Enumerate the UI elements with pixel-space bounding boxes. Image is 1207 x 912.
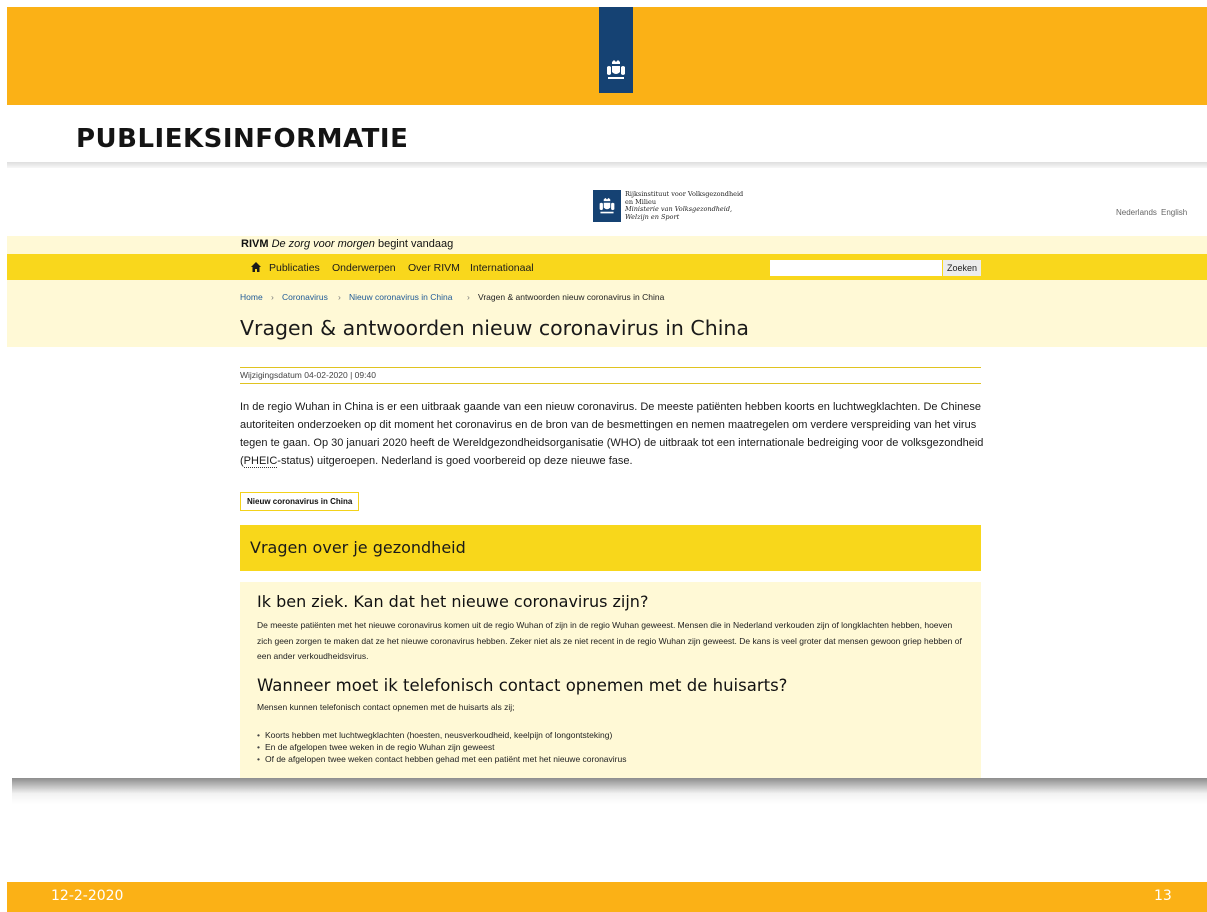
qa-bullet-list: Koorts hebben met luchtwegklachten (hoes…: [257, 729, 627, 765]
date-rule-bottom: [240, 383, 981, 384]
language-english-link[interactable]: English: [1161, 208, 1187, 217]
section-heading: Vragen over je gezondheid: [250, 538, 466, 557]
language-nederlands-link[interactable]: Nederlands: [1116, 208, 1157, 217]
intro-text-end: -status) uitgeroepen. Nederland is goed …: [277, 455, 633, 467]
nav-over-rivm[interactable]: Over RIVM: [408, 262, 460, 274]
main-nav-bar: [7, 254, 1207, 280]
breadcrumb-separator: ›: [338, 292, 341, 302]
qa-panel: Ik ben ziek. Kan dat het nieuwe coronavi…: [240, 582, 981, 778]
search-button[interactable]: Zoeken: [943, 260, 981, 276]
breadcrumb-current: Vragen & antwoorden nieuw coronavirus in…: [478, 292, 665, 302]
search-input[interactable]: [770, 260, 942, 276]
breadcrumb-separator: ›: [467, 292, 470, 302]
list-item: Koorts hebben met luchtwegklachten (hoes…: [257, 729, 626, 741]
date-rule-top: [240, 367, 981, 368]
qa-answer: Mensen kunnen telefonisch contact opneme…: [257, 702, 515, 712]
page-title: Vragen & antwoorden nieuw coronavirus in…: [240, 316, 749, 340]
site-slogan: RIVM De zorg voor morgen begint vandaag: [241, 238, 453, 250]
website-screenshot: Rijksinstituut voor Volksgezondheid en M…: [7, 168, 1207, 778]
coat-of-arms-icon: [607, 60, 625, 79]
qa-question: Ik ben ziek. Kan dat het nieuwe coronavi…: [257, 592, 649, 611]
list-item: Of de afgelopen twee weken contact hebbe…: [257, 753, 627, 765]
intro-paragraph: In de regio Wuhan in China is er een uit…: [240, 398, 990, 470]
breadcrumb-coronavirus[interactable]: Coronavirus: [282, 292, 328, 302]
list-item: En de afgelopen twee weken in de regio W…: [257, 741, 626, 753]
nav-internationaal[interactable]: Internationaal: [470, 262, 534, 274]
screenshot-shadow: [12, 778, 1207, 804]
topic-tag-link[interactable]: Nieuw coronavirus in China: [240, 492, 360, 511]
home-icon[interactable]: [250, 261, 262, 273]
footer-bar: [7, 882, 1207, 912]
slogan-brand: RIVM: [241, 238, 269, 250]
footer-date: 12-2-2020: [51, 888, 124, 904]
slogan-italic: De zorg voor morgen: [271, 238, 375, 250]
pheic-abbreviation[interactable]: PHEIC: [243, 455, 278, 468]
modified-date: Wijzigingsdatum 04-02-2020 | 09:40: [240, 370, 376, 380]
qa-question: Wanneer moet ik telefonisch contact opne…: [257, 676, 788, 695]
slide-number: 13: [1154, 888, 1172, 904]
breadcrumb-nieuw-coronavirus[interactable]: Nieuw coronavirus in China: [349, 292, 452, 302]
breadcrumb-separator: ›: [271, 292, 274, 302]
slogan-rest: begint vandaag: [377, 238, 454, 250]
qa-answer: De meeste patiënten met het nieuwe coron…: [257, 620, 962, 661]
nav-publicaties[interactable]: Publicaties: [269, 262, 320, 274]
slogan-bar: [7, 236, 1207, 254]
breadcrumb-home[interactable]: Home: [240, 292, 263, 302]
coat-of-arms-icon: [599, 197, 615, 214]
nav-onderwerpen[interactable]: Onderwerpen: [332, 262, 396, 274]
ministry-line2: Welzijn en Sport: [625, 212, 680, 221]
emblem-banner: [599, 7, 633, 93]
rivm-logo[interactable]: [593, 190, 621, 222]
slide-title: PUBLIEKSINFORMATIE: [76, 124, 409, 154]
org-name-block: Rijksinstituut voor Volksgezondheid en M…: [625, 190, 743, 221]
